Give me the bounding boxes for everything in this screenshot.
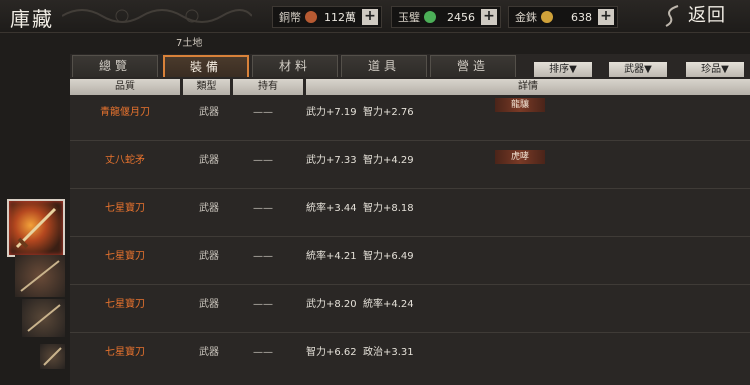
copper-coin-icon — [305, 11, 317, 23]
add-copper-button[interactable]: + — [362, 9, 378, 25]
item-owner: —— — [253, 155, 273, 166]
rarity-filter-dropdown[interactable]: 珍品▼ — [686, 62, 744, 77]
item-stats: 統率+3.44 智力+8.18 — [306, 203, 414, 214]
table-row[interactable]: 青龍偃月刀 武器 —— 武力+7.19 智力+2.76 龍驤 — [70, 93, 750, 141]
currency-value: 638 — [571, 10, 592, 24]
weapon-filter-dropdown[interactable]: 武器▼ — [609, 62, 667, 77]
blade-icon — [43, 347, 62, 366]
currency-label: 玉璧 — [398, 11, 420, 24]
currency-label: 金銖 — [515, 11, 537, 24]
item-stats: 智力+6.62 政治+3.31 — [306, 347, 414, 358]
table-row[interactable]: 七星寶刀 武器 —— 統率+3.44 智力+8.18 — [70, 189, 750, 237]
item-owner: —— — [253, 251, 273, 262]
tab-equipment[interactable]: 裝備 — [163, 55, 249, 77]
spear-icon — [20, 260, 60, 292]
cloud-ornament-icon — [62, 9, 252, 23]
item-trait-badge: 龍驤 — [495, 98, 545, 112]
jade-coin-icon — [424, 11, 436, 23]
item-thumbnail-selected[interactable] — [7, 199, 65, 257]
item-type: 武器 — [199, 347, 219, 358]
location-label: 7土地 — [176, 38, 203, 49]
currency-jade: 玉璧 2456 + — [391, 6, 501, 28]
currency-value: 112萬 — [324, 11, 356, 24]
item-name: 七星寶刀 — [105, 347, 145, 358]
add-jade-button[interactable]: + — [481, 9, 497, 25]
item-stats: 武力+8.20 統率+4.24 — [306, 299, 414, 310]
item-thumbnail[interactable] — [40, 344, 65, 369]
currency-copper: 銅幣 112萬 + — [272, 6, 382, 28]
item-owner: —— — [253, 347, 273, 358]
tab-overview[interactable]: 總覽 — [72, 55, 158, 77]
item-name: 七星寶刀 — [105, 299, 145, 310]
item-stats: 武力+7.33 智力+4.29 — [306, 155, 414, 166]
item-name: 丈八蛇矛 — [105, 155, 145, 166]
page-title: 庫藏 — [10, 7, 54, 31]
sort-dropdown[interactable]: 排序▼ — [534, 62, 592, 77]
item-stats: 統率+4.21 智力+6.49 — [306, 251, 414, 262]
item-type: 武器 — [199, 155, 219, 166]
item-owner: —— — [253, 299, 273, 310]
item-name: 青龍偃月刀 — [100, 107, 150, 118]
item-thumbnail[interactable] — [15, 255, 65, 297]
sword-icon — [15, 207, 57, 249]
tab-materials[interactable]: 材料 — [252, 55, 338, 77]
top-bar: 庫藏 銅幣 112萬 + 玉璧 2456 + 金銖 638 + 返回 — [0, 0, 750, 33]
add-gold-button[interactable]: + — [598, 9, 614, 25]
item-trait-badge: 虎哮 — [495, 150, 545, 164]
table-row[interactable]: 七星寶刀 武器 —— 武力+8.20 統率+4.24 — [70, 285, 750, 333]
blade-icon — [27, 304, 61, 332]
tab-items[interactable]: 道具 — [341, 55, 427, 77]
item-type: 武器 — [199, 251, 219, 262]
currency-value: 2456 — [447, 10, 475, 24]
currency-label: 銅幣 — [279, 11, 301, 24]
tab-construction[interactable]: 營造 — [430, 55, 516, 77]
table-row[interactable]: 七星寶刀 武器 —— 智力+6.62 政治+3.31 — [70, 333, 750, 381]
table-row[interactable]: 丈八蛇矛 武器 —— 武力+7.33 智力+4.29 虎哮 — [70, 141, 750, 189]
item-name: 七星寶刀 — [105, 203, 145, 214]
item-type: 武器 — [199, 299, 219, 310]
currency-gold: 金銖 638 + — [508, 6, 618, 28]
item-name: 七星寶刀 — [105, 251, 145, 262]
item-stats: 武力+7.19 智力+2.76 — [306, 107, 414, 118]
table-row[interactable]: 七星寶刀 武器 —— 統率+4.21 智力+6.49 — [70, 237, 750, 285]
back-button[interactable]: 返回 — [670, 3, 744, 29]
item-owner: —— — [253, 107, 273, 118]
item-owner: —— — [253, 203, 273, 214]
item-thumbnail[interactable] — [22, 299, 65, 337]
gold-coin-icon — [541, 11, 553, 23]
item-type: 武器 — [199, 203, 219, 214]
item-type: 武器 — [199, 107, 219, 118]
